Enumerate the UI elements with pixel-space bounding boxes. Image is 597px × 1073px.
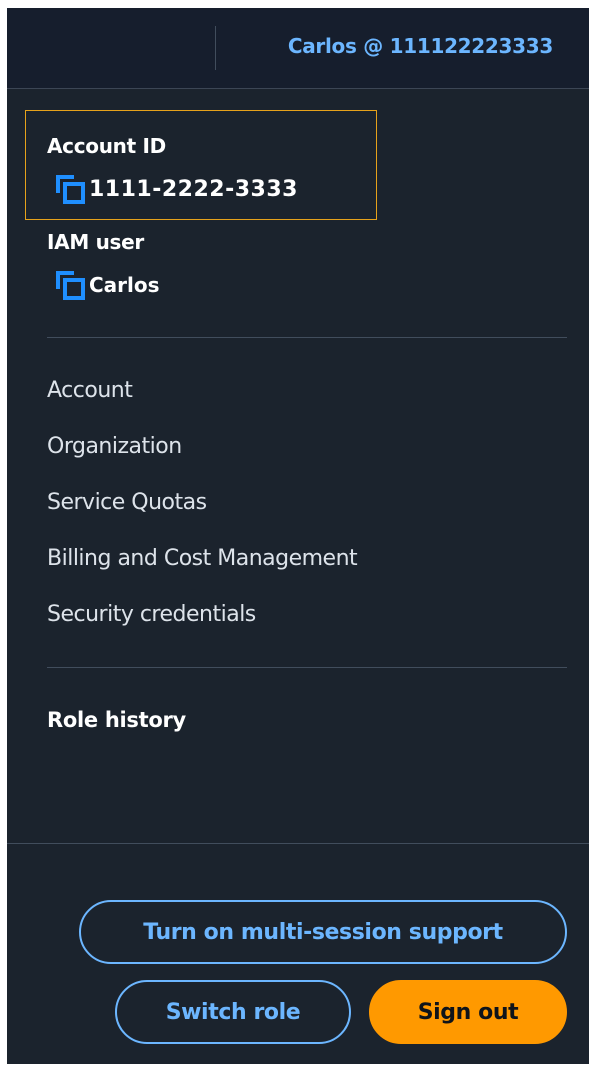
- multi-session-button[interactable]: Turn on multi-session support: [79, 900, 567, 964]
- menu-item-organization[interactable]: Organization: [47, 434, 182, 459]
- user-menu-panel: Carlos @ 111122223333 Account ID 1111-22…: [7, 8, 589, 1064]
- account-id-label: Account ID: [47, 134, 166, 158]
- sign-out-button[interactable]: Sign out: [369, 980, 567, 1044]
- menu-item-account[interactable]: Account: [47, 378, 133, 403]
- top-navigation-bar: Carlos @ 111122223333: [7, 8, 589, 89]
- topbar-divider: [215, 26, 216, 70]
- account-id-row: 1111-2222-3333: [53, 174, 298, 204]
- switch-role-button[interactable]: Switch role: [115, 980, 351, 1044]
- divider: [47, 337, 567, 338]
- copy-icon[interactable]: [53, 270, 89, 300]
- iam-user-label: IAM user: [47, 230, 144, 254]
- menu-item-billing[interactable]: Billing and Cost Management: [47, 546, 358, 571]
- account-id-value: 1111-2222-3333: [89, 176, 298, 202]
- iam-user-row: Carlos: [53, 270, 160, 300]
- copy-icon[interactable]: [53, 174, 89, 204]
- user-menu-trigger[interactable]: Carlos @ 111122223333: [288, 34, 553, 58]
- iam-user-value: Carlos: [89, 273, 160, 297]
- menu-item-security-credentials[interactable]: Security credentials: [47, 602, 256, 627]
- menu-item-service-quotas[interactable]: Service Quotas: [47, 490, 207, 515]
- menu-footer: Turn on multi-session support Switch rol…: [7, 843, 589, 1064]
- role-history-heading: Role history: [47, 708, 186, 732]
- divider: [47, 667, 567, 668]
